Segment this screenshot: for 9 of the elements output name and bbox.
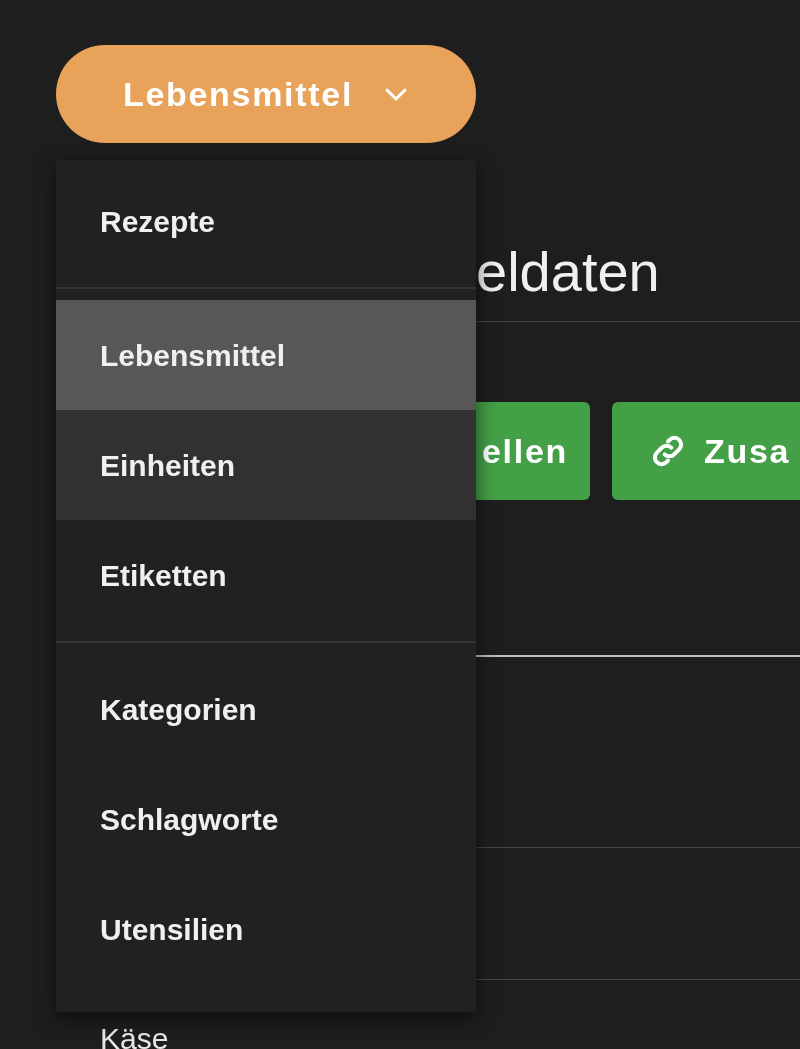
menu-item[interactable]: Rezepte <box>56 166 476 276</box>
menu-item[interactable]: Etiketten <box>56 520 476 630</box>
menu-item[interactable]: Kategorien <box>56 654 476 764</box>
menu-item[interactable]: Schlagworte <box>56 764 476 874</box>
page-heading: eldaten <box>476 240 661 304</box>
menu-item[interactable]: Einheiten <box>56 410 476 520</box>
menu-item[interactable]: Lebensmittel <box>56 300 476 410</box>
row-text: Käse <box>100 1022 169 1049</box>
menu-item[interactable]: Utensilien <box>56 874 476 984</box>
